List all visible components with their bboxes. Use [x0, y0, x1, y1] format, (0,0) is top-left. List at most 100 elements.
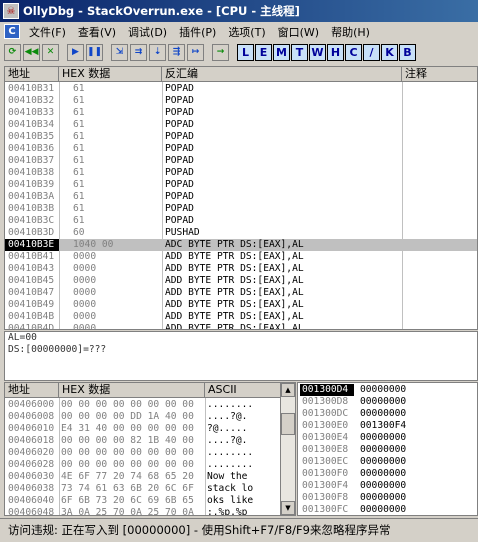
handles-window-button[interactable]: H — [327, 43, 344, 61]
menu-plugins[interactable]: 插件(P) — [173, 24, 222, 40]
disasm-row[interactable]: 00410B49 0000 ADD BYTE PTR DS:[EAX],AL — [5, 299, 477, 311]
stack-row[interactable]: 001300E4 00000000 — [298, 432, 477, 444]
patches-window-button[interactable]: / — [363, 43, 380, 61]
dump-row[interactable]: 00406048 3A 0A 25 70 0A 25 70 0A:.%p.%p — [5, 507, 295, 515]
disasm-hex: 61 — [73, 191, 85, 202]
menu-help[interactable]: 帮助(H) — [325, 24, 376, 40]
disasm-row[interactable]: 00410B3C 61 POPAD — [5, 215, 477, 227]
disasm-row[interactable]: 00410B41 0000 ADD BYTE PTR DS:[EAX],AL — [5, 251, 477, 263]
disasm-row[interactable]: 00410B3D 60 PUSHAD — [5, 227, 477, 239]
dump-scrollbar[interactable]: ▲ ▼ — [280, 383, 295, 515]
disasm-row[interactable]: 00410B3B 61 POPAD — [5, 203, 477, 215]
stack-value: 00000000 — [360, 396, 407, 407]
menu-file[interactable]: 文件(F) — [23, 24, 72, 40]
memory-dump-pane[interactable]: 地址 HEX 数据 ASCII 00406000 00 00 00 00 00 0… — [4, 382, 296, 516]
disasm-row[interactable]: 00410B3E 1040 00 ADC BYTE PTR DS:[EAX],AL — [5, 239, 477, 251]
info-pane[interactable]: AL=00 DS:[00000000]=??? — [4, 331, 478, 381]
run-icon[interactable]: ▶ — [67, 43, 84, 61]
dump-address: 00406030 — [8, 471, 55, 482]
rewind-icon[interactable]: ◀◀ — [23, 43, 40, 61]
disasm-row[interactable]: 00410B45 0000 ADD BYTE PTR DS:[EAX],AL — [5, 275, 477, 287]
dump-row[interactable]: 00406038 73 74 61 63 6B 20 6C 6F stack lo — [5, 483, 295, 495]
disasm-hex: 1040 00 — [73, 239, 114, 250]
disasm-row[interactable]: 00410B31 61 POPAD — [5, 83, 477, 95]
disasm-row[interactable]: 00410B36 61 POPAD — [5, 143, 477, 155]
disasm-row[interactable]: 00410B4B 0000 ADD BYTE PTR DS:[EAX],AL — [5, 311, 477, 323]
trace-over-icon[interactable]: ⇶ — [168, 43, 185, 61]
menu-debug[interactable]: 调试(D) — [122, 24, 173, 40]
disasm-row[interactable]: 00410B47 0000 ADD BYTE PTR DS:[EAX],AL — [5, 287, 477, 299]
dump-row[interactable]: 00406010 E4 31 40 00 00 00 00 00 ?@..... — [5, 423, 295, 435]
dump-row[interactable]: 00406028 00 00 00 00 00 00 00 00........ — [5, 459, 295, 471]
stack-row[interactable]: 001300E8 00000000 — [298, 444, 477, 456]
disasm-row[interactable]: 00410B43 0000 ADD BYTE PTR DS:[EAX],AL — [5, 263, 477, 275]
modules-window-button[interactable]: E — [255, 43, 272, 61]
disasm-row[interactable]: 00410B32 61 POPAD — [5, 95, 477, 107]
disasm-header-comment[interactable]: 注释 — [402, 67, 477, 82]
dump-row[interactable]: 00406008 00 00 00 00 DD 1A 40 00 ....?@. — [5, 411, 295, 423]
stack-row[interactable]: 001300E0 001300F4 — [298, 420, 477, 432]
scroll-up-arrow-icon[interactable]: ▲ — [281, 383, 295, 397]
scroll-thumb[interactable] — [281, 413, 295, 435]
breakpoints-window-button[interactable]: B — [399, 43, 416, 61]
disasm-header-hex[interactable]: HEX 数据 — [59, 67, 162, 82]
cpu-window-button[interactable]: C — [345, 43, 362, 61]
disasm-row[interactable]: 00410B33 61 POPAD — [5, 107, 477, 119]
dump-header-hex[interactable]: HEX 数据 — [59, 383, 205, 398]
disasm-row[interactable]: 00410B35 61 POPAD — [5, 131, 477, 143]
stack-row[interactable]: 001300F0 00000000 — [298, 468, 477, 480]
menu-window[interactable]: 窗口(W) — [272, 24, 325, 40]
pause-icon[interactable]: ❚❚ — [86, 43, 103, 61]
disasm-row[interactable]: 00410B34 61 POPAD — [5, 119, 477, 131]
open-icon[interactable]: ⟳ — [4, 43, 21, 61]
threads-window-button[interactable]: T — [291, 43, 308, 61]
disasm-header-address[interactable]: 地址 — [5, 67, 59, 82]
dump-row[interactable]: 00406020 00 00 00 00 00 00 00 00........ — [5, 447, 295, 459]
stack-row[interactable]: 001300F4 00000000 — [298, 480, 477, 492]
stack-row[interactable]: 001300D4 00000000 — [298, 384, 477, 396]
dump-row[interactable]: 00406018 00 00 00 00 82 1B 40 00 ....?@. — [5, 435, 295, 447]
dump-header-ascii[interactable]: ASCII — [205, 383, 281, 398]
dump-header-address[interactable]: 地址 — [5, 383, 59, 398]
stack-row[interactable]: 001300DC 00000000 — [298, 408, 477, 420]
disasm-instruction: ADD BYTE PTR DS:[EAX],AL — [165, 287, 304, 298]
stack-row[interactable]: 001300F8 00000000 — [298, 492, 477, 504]
dump-row[interactable]: 00406030 4E 6F 77 20 74 68 65 20 Now the — [5, 471, 295, 483]
memory-window-button[interactable]: M — [273, 43, 290, 61]
disasm-row[interactable]: 00410B37 61 POPAD — [5, 155, 477, 167]
stack-row[interactable]: 001300EC 00000000 — [298, 456, 477, 468]
step-over-icon[interactable]: ⇉ — [130, 43, 147, 61]
goto-icon[interactable]: → — [212, 43, 229, 61]
disasm-row[interactable]: 00410B4D 0000 ADD BYTE PTR DS:[EAX],AL — [5, 323, 477, 330]
disasm-address: 00410B3B — [8, 203, 55, 214]
disasm-instruction: ADD BYTE PTR DS:[EAX],AL — [165, 323, 304, 330]
disasm-hex: 0000 — [73, 299, 97, 310]
execute-till-return-icon[interactable]: ↦ — [187, 43, 204, 61]
disasm-row[interactable]: 00410B38 61 POPAD — [5, 167, 477, 179]
stack-pane[interactable]: 001300D4 00000000 001300D8 00000000 001300DC… — [297, 382, 478, 516]
disasm-row[interactable]: 00410B3A 61 POPAD — [5, 191, 477, 203]
stack-value: 00000000 — [360, 492, 407, 503]
call-stack-window-button[interactable]: K — [381, 43, 398, 61]
close-icon[interactable]: ✕ — [42, 43, 59, 61]
stack-row[interactable]: 001300D8 00000000 — [298, 396, 477, 408]
disasm-instruction: POPAD — [165, 203, 194, 214]
disassembly-pane[interactable]: 地址 HEX 数据 反汇编 注释 00410B31 61 POPAD 00410B32… — [4, 66, 478, 330]
dump-ascii: Now the — [207, 471, 248, 482]
step-into-icon[interactable]: ⇲ — [111, 43, 128, 61]
stack-address: 001300FC — [302, 504, 349, 515]
disasm-row[interactable]: 00410B39 61 POPAD — [5, 179, 477, 191]
trace-into-icon[interactable]: ⇣ — [149, 43, 166, 61]
stack-row[interactable]: 001300FC 00000000 — [298, 504, 477, 515]
menu-view[interactable]: 查看(V) — [72, 24, 122, 40]
scroll-down-arrow-icon[interactable]: ▼ — [281, 501, 295, 515]
dump-address: 00406038 — [8, 483, 55, 494]
dump-row[interactable]: 00406040 6F 6B 73 20 6C 69 6B 65 oks like — [5, 495, 295, 507]
disasm-header-disasm[interactable]: 反汇编 — [162, 67, 402, 82]
log-window-button[interactable]: L — [237, 43, 254, 61]
cpu-window-menu-icon[interactable]: C — [4, 24, 20, 39]
windows-window-button[interactable]: W — [309, 43, 326, 61]
dump-row[interactable]: 00406000 00 00 00 00 00 00 00 00........ — [5, 399, 295, 411]
menu-options[interactable]: 选项(T) — [222, 24, 271, 40]
ollydbg-app-icon[interactable]: ☠ — [3, 3, 19, 19]
